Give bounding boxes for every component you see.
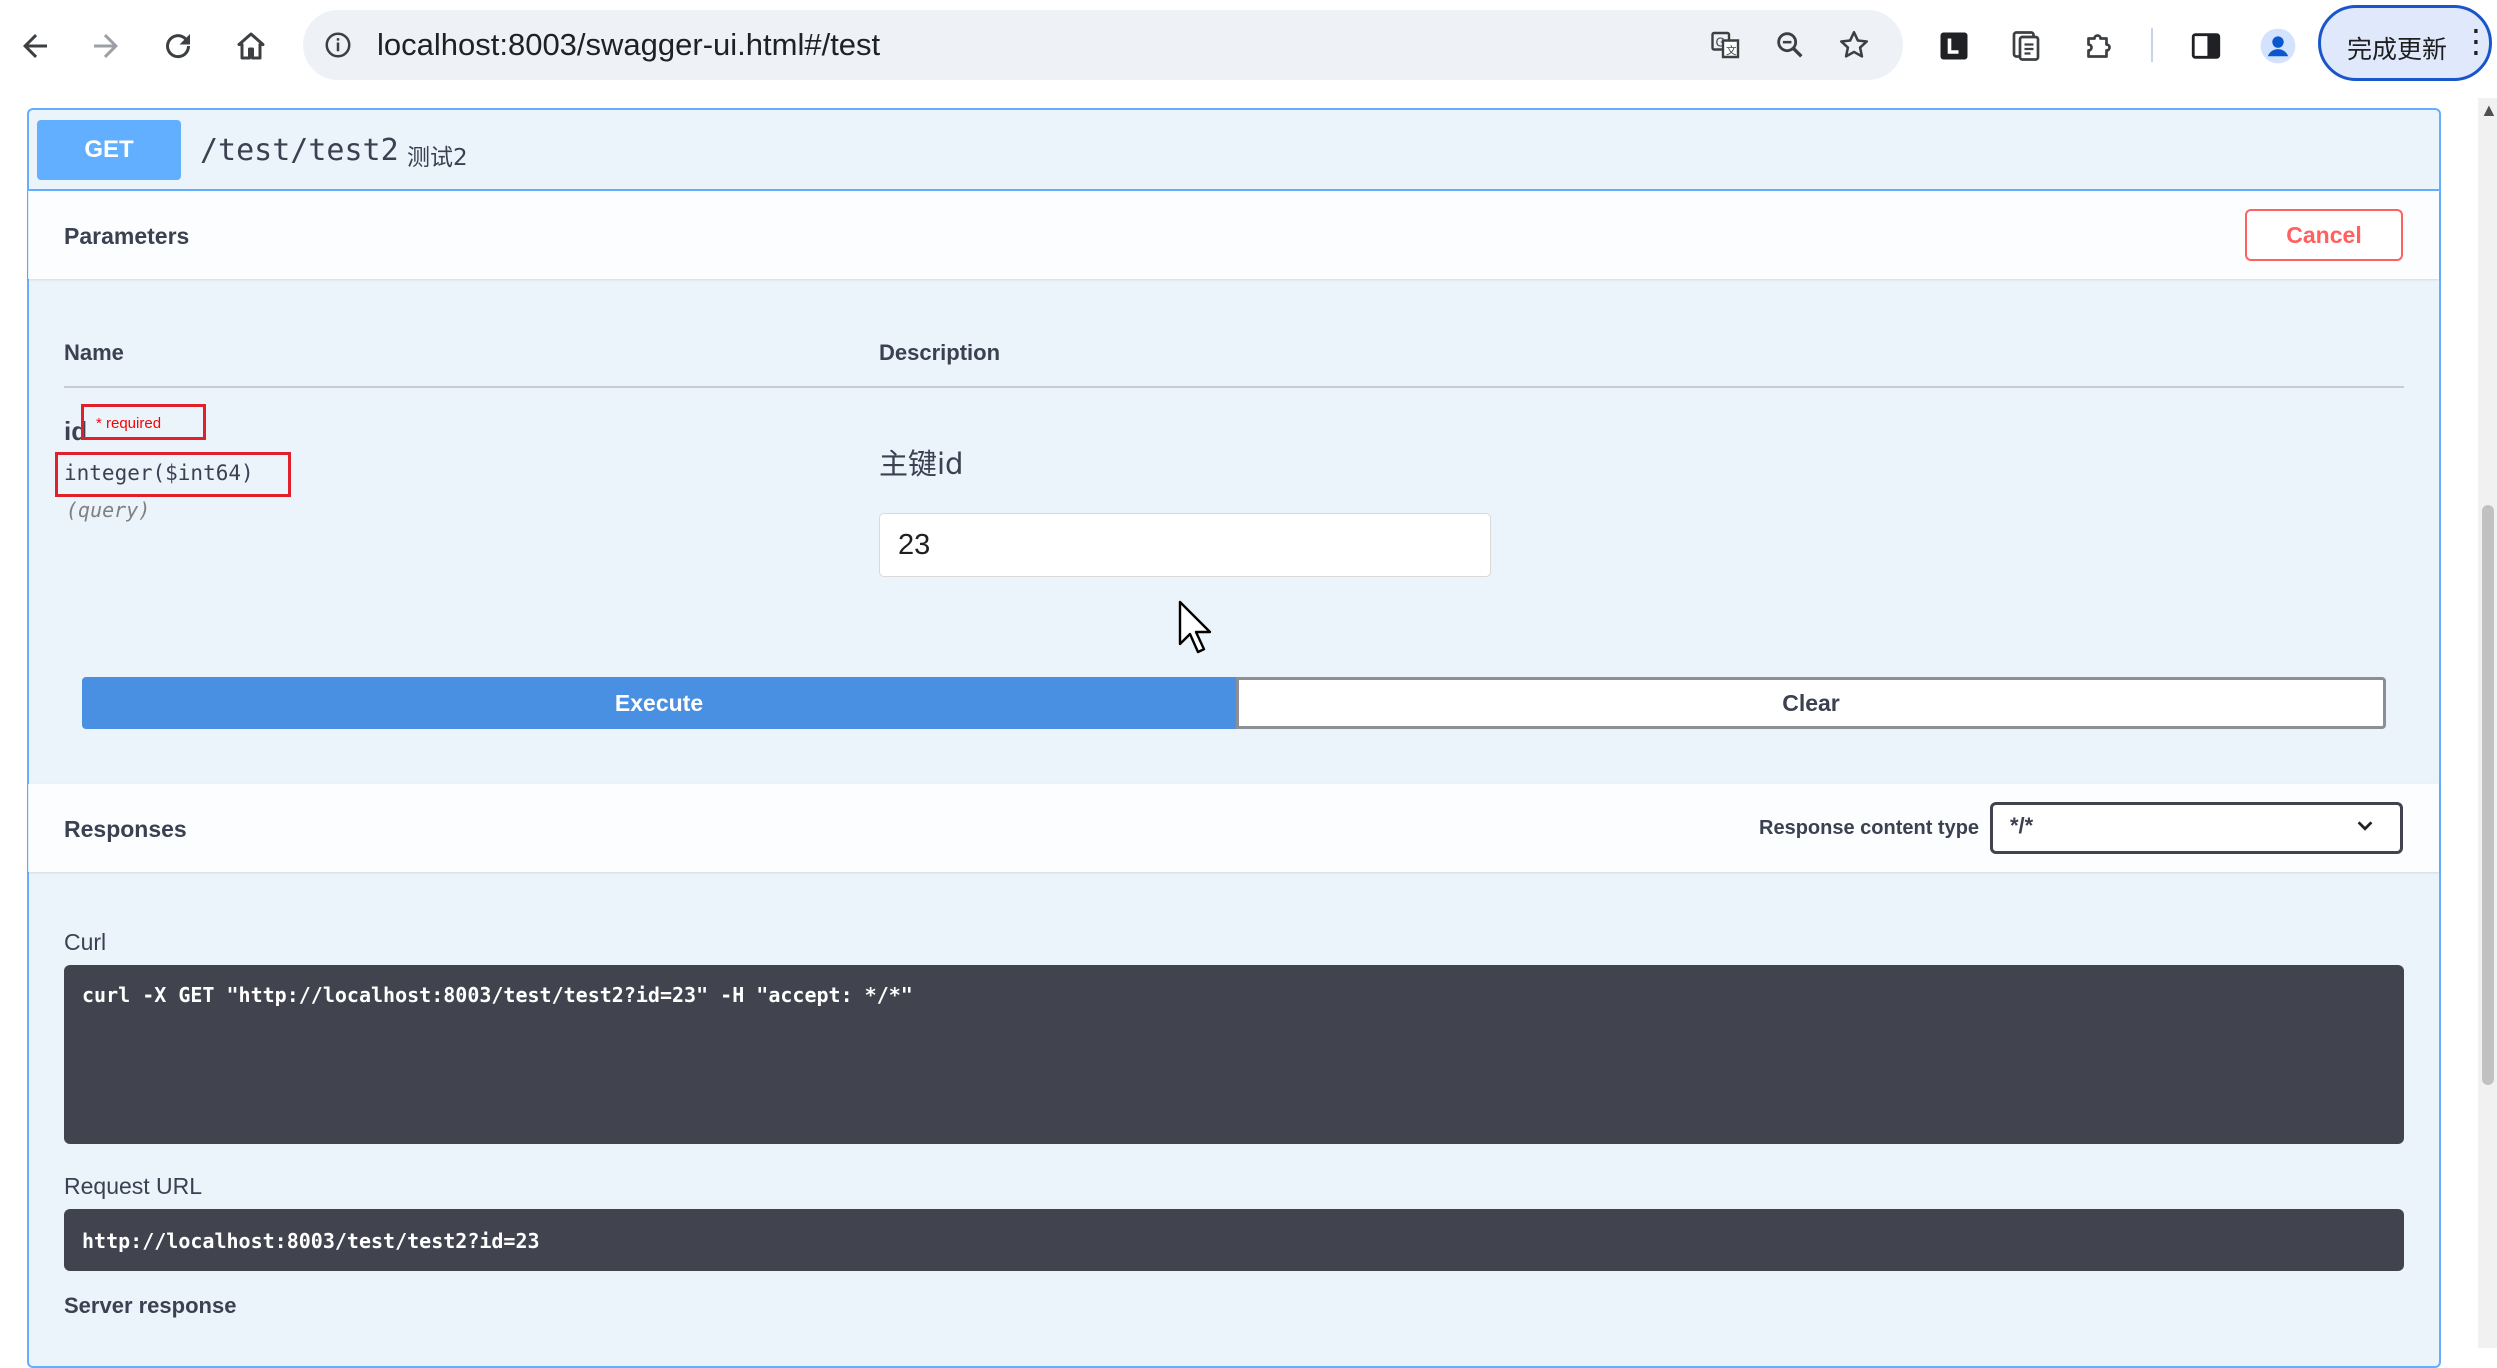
scroll-up-arrow-icon[interactable]: ▲ (2480, 100, 2497, 121)
response-content-type-value[interactable]: */* (2010, 813, 2033, 839)
puzzle-extensions-icon[interactable] (2075, 22, 2123, 70)
bookmark-star-icon[interactable] (1831, 22, 1877, 68)
profile-avatar-icon[interactable] (2254, 22, 2302, 70)
svg-text:文: 文 (1726, 44, 1737, 57)
forward-arrow-icon[interactable] (78, 18, 134, 74)
parameter-description: 主键id (879, 447, 964, 481)
extension-l-icon[interactable] (1930, 22, 1978, 70)
required-label: * required (96, 415, 162, 432)
mouse-cursor-icon (1178, 600, 1212, 654)
response-content-type-select[interactable] (1990, 802, 2403, 854)
request-url-text[interactable]: http://localhost:8003/test/test2?id=23 (82, 1229, 540, 1253)
request-url-label: Request URL (64, 1173, 203, 1199)
kebab-menu-icon[interactable]: ⋮ (2460, 25, 2492, 57)
scrollbar-thumb[interactable] (2482, 505, 2494, 1085)
curl-command[interactable]: curl -X GET "http://localhost:8003/test/… (82, 983, 913, 1007)
clear-button[interactable]: Clear (1236, 677, 2386, 729)
operation-path[interactable]: /test/test2 (200, 133, 399, 168)
server-response-label: Server response (64, 1293, 237, 1318)
operation-summary[interactable]: 测试2 (407, 138, 468, 172)
parameter-id-input[interactable] (879, 513, 1491, 577)
zoom-icon[interactable] (1767, 22, 1813, 68)
parameter-type: integer($int64) (64, 461, 254, 485)
svg-text:G: G (1716, 36, 1725, 50)
home-icon[interactable] (223, 18, 279, 74)
table-header-divider (64, 386, 2404, 388)
site-info-icon[interactable] (315, 22, 361, 68)
curl-label: Curl (64, 929, 107, 955)
reading-list-icon[interactable] (2002, 22, 2050, 70)
translate-icon[interactable]: G文 (1703, 22, 1749, 68)
parameter-location: (query) (66, 498, 151, 522)
back-arrow-icon[interactable] (7, 18, 63, 74)
toolbar-divider (2151, 28, 2153, 62)
side-panel-icon[interactable] (2182, 22, 2230, 70)
reload-icon[interactable] (150, 18, 206, 74)
operation-block (27, 108, 2441, 1368)
response-content-type-label: Response content type (1759, 817, 1980, 839)
update-chrome-label[interactable]: 完成更新 (2347, 30, 2447, 66)
cancel-button[interactable]: Cancel (2245, 209, 2403, 261)
method-badge[interactable]: GET (37, 120, 181, 180)
url-text[interactable]: localhost:8003/swagger-ui.html#/test (377, 27, 880, 63)
execute-button[interactable]: Execute (82, 677, 1236, 729)
column-header-name: Name (64, 340, 124, 365)
responses-title: Responses (64, 816, 187, 842)
chevron-down-icon[interactable] (2353, 815, 2377, 837)
column-header-description: Description (879, 340, 1001, 365)
parameters-section-header (28, 191, 2439, 279)
parameters-title: Parameters (64, 223, 190, 249)
